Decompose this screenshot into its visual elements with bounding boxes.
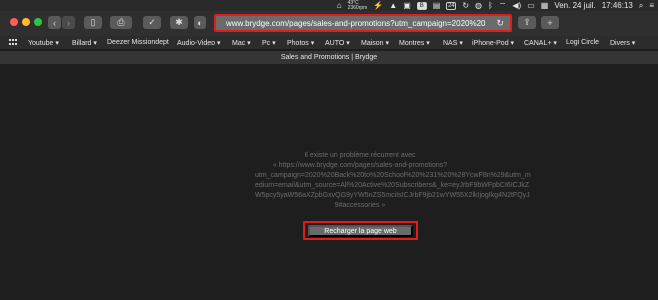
share-button[interactable]: ⇪	[518, 16, 536, 29]
chevron-left-icon: ‹	[53, 17, 56, 28]
zoom-window-button[interactable]	[34, 18, 42, 26]
bluetooth-icon[interactable]: ᛒ	[488, 1, 493, 10]
tab-bar: Sales and Promotions | Brydge	[0, 51, 658, 64]
menubar-date[interactable]: Ven. 24 juil.	[554, 1, 595, 10]
clipboard-icon[interactable]: ▤	[433, 1, 441, 10]
printer-icon: ⎙	[117, 17, 125, 27]
flag-icon[interactable]: ▦	[541, 1, 549, 10]
refresh-icon[interactable]: ↻	[462, 1, 469, 10]
error-message: Il existe un problème récurrent avec « h…	[255, 151, 531, 211]
battery-icon[interactable]: ▭	[527, 1, 535, 10]
menubar-time[interactable]: 17:46:13	[602, 1, 633, 10]
gear-icon: ✱	[175, 17, 183, 27]
bookmark-audio-video[interactable]: Audio-Video ▾	[177, 39, 220, 47]
bookmark-mac[interactable]: Mac ▾	[232, 39, 251, 47]
forward-button[interactable]: ›	[62, 16, 75, 29]
address-bar[interactable]: www.brydge.com/pages/sales-and-promotion…	[214, 14, 512, 32]
share-icon: ⇪	[523, 17, 531, 27]
temperature-indicator[interactable]: 43°C 2360rpm	[347, 0, 368, 11]
chevron-right-icon: ›	[67, 17, 70, 28]
search-icon[interactable]: ⌕	[639, 1, 643, 11]
shield-button[interactable]: ✓	[143, 16, 161, 29]
back-button[interactable]: ‹	[48, 16, 61, 29]
shield-check-icon: ✓	[148, 17, 156, 27]
reload-button-highlight: Recharger la page web	[303, 221, 418, 240]
grid-icon[interactable]	[9, 39, 18, 46]
error-line: Il existe un problème récurrent avec	[304, 152, 416, 159]
bookmarks-bar: Youtube ▾ Billard ▾ Deezer Missiondept A…	[0, 36, 658, 50]
reload-page-button[interactable]: Recharger la page web	[308, 225, 413, 237]
error-line: W5pcy5yaW56aXZpbGxvQG9yYW5nZS5mciIsICJrb…	[255, 192, 530, 199]
fan-rpm-value: 2360rpm	[347, 4, 368, 11]
bookmark-maison[interactable]: Maison ▾	[361, 39, 389, 47]
bookmark-pc[interactable]: Pc ▾	[262, 39, 276, 47]
notification-icon[interactable]: ⌂	[337, 1, 342, 10]
volume-icon[interactable]: ◀)	[512, 1, 521, 10]
bookmark-youtube[interactable]: Youtube ▾	[28, 39, 59, 47]
sidebar-icon: ▯	[90, 17, 96, 27]
bookmark-photos[interactable]: Photos ▾	[287, 39, 314, 47]
extension-button-2[interactable]: ◐	[194, 16, 206, 29]
new-tab-button[interactable]: +	[541, 16, 559, 29]
bolt-icon[interactable]: ⚡	[373, 1, 383, 10]
bookmark-iphone-pod[interactable]: iPhone-Pod ▾	[472, 39, 514, 47]
bookmark-logi-circle[interactable]: Logi Circle	[566, 39, 599, 46]
sidebar-button[interactable]: ▯	[84, 16, 102, 29]
b-badge-icon[interactable]: B	[416, 1, 427, 10]
url-text: www.brydge.com/pages/sales-and-promotion…	[226, 18, 486, 28]
display-icon[interactable]: ▣	[403, 1, 411, 10]
plus-icon: +	[547, 17, 553, 28]
bookmark-billard[interactable]: Billard ▾	[72, 39, 97, 47]
bookmark-nas[interactable]: NAS ▾	[443, 39, 463, 47]
control-center-icon[interactable]: ≡	[649, 1, 654, 10]
error-line: « https://www.brydge.com/pages/sales-and…	[272, 162, 448, 169]
wifi-icon[interactable]: ⌔	[499, 1, 507, 11]
error-line: edium=email&utm_source=All%20Active%20Su…	[255, 182, 530, 189]
upload-icon[interactable]: ▲	[389, 1, 397, 10]
print-button[interactable]: ⎙	[110, 16, 132, 29]
bookmark-divers[interactable]: Divers ▾	[610, 39, 635, 47]
extension-button[interactable]: ✱	[170, 16, 188, 29]
bookmark-deezer[interactable]: Deezer Missiondept	[107, 39, 169, 46]
menu-bar: ⌂ 43°C 2360rpm ⚡ ▲ ▣ B ▤ 24 ↻ ◍ ᛒ ⌔ ◀) ▭…	[0, 0, 658, 11]
tab-title[interactable]: Sales and Promotions | Brydge	[281, 54, 377, 61]
puzzle-icon: ◐	[197, 17, 203, 28]
bookmark-auto[interactable]: AUTO ▾	[325, 39, 350, 47]
minimize-window-button[interactable]	[22, 18, 30, 26]
bookmark-canal[interactable]: CANAL+ ▾	[524, 39, 557, 47]
globe-icon[interactable]: ◍	[475, 1, 482, 10]
error-line: 9#accessories »	[334, 202, 386, 209]
bookmark-montres[interactable]: Montres ▾	[399, 39, 430, 47]
error-line: utm_campaign=2020%20Back%20to%20School%2…	[255, 172, 531, 179]
close-window-button[interactable]	[10, 18, 18, 26]
calendar-icon[interactable]: 24	[446, 1, 457, 10]
reload-icon[interactable]: ↻	[496, 18, 504, 29]
